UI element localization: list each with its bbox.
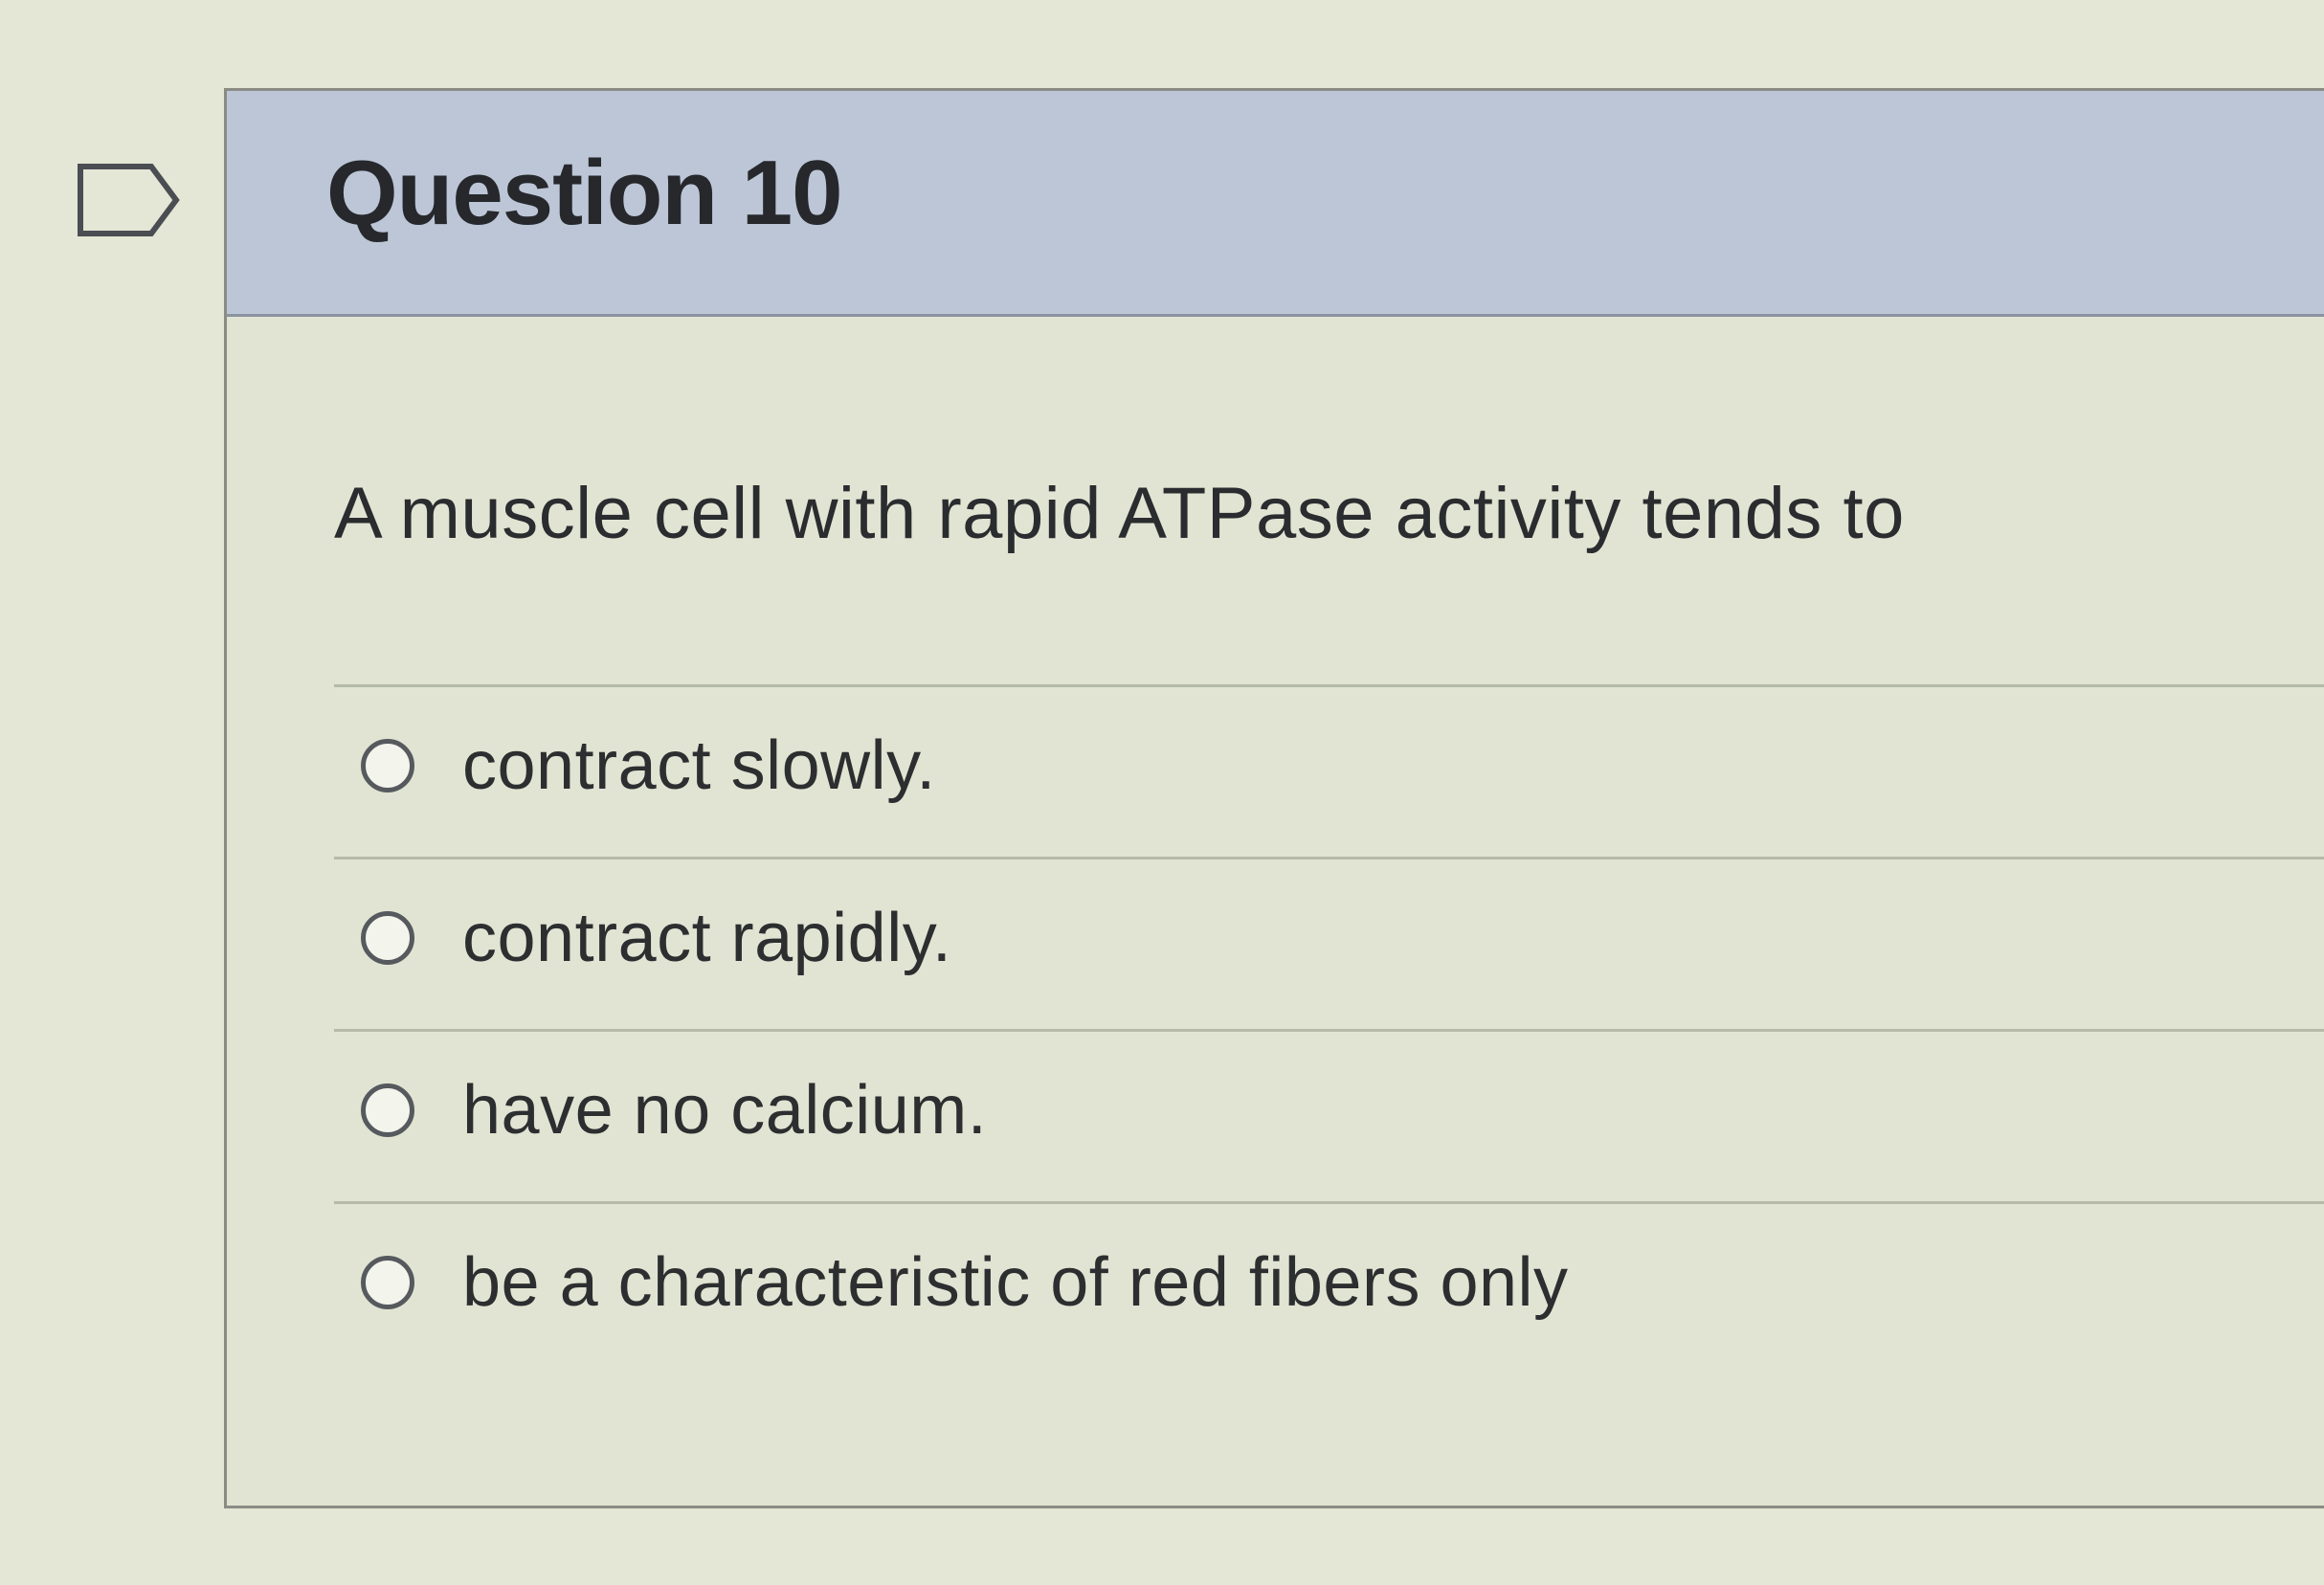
answer-option[interactable]: contract slowly. xyxy=(361,713,936,818)
radio-button[interactable] xyxy=(361,739,414,792)
quiz-page: { "question": { "title": "Question 10", … xyxy=(0,0,2324,1585)
answer-divider xyxy=(334,857,2324,859)
radio-button[interactable] xyxy=(361,911,414,965)
question-title: Question 10 xyxy=(326,142,842,244)
flag-question-icon xyxy=(78,164,180,236)
answer-option[interactable]: be a characteristic of red fibers only xyxy=(361,1230,1569,1335)
question-text: A muscle cell with rapid ATPase activity… xyxy=(334,473,1905,554)
answer-label: be a characteristic of red fibers only xyxy=(462,1244,1569,1321)
answer-option[interactable]: have no calcium. xyxy=(361,1058,987,1163)
radio-button[interactable] xyxy=(361,1083,414,1137)
answer-divider xyxy=(334,1029,2324,1032)
radio-button[interactable] xyxy=(361,1256,414,1309)
answer-label: contract slowly. xyxy=(462,727,936,804)
answers-top-divider xyxy=(334,684,2324,687)
answer-label: contract rapidly. xyxy=(462,900,952,976)
flag-question-button[interactable] xyxy=(77,163,182,237)
question-header: Question 10 xyxy=(227,91,2324,317)
question-card: Question 10 A muscle cell with rapid ATP… xyxy=(224,88,2324,1508)
answer-option[interactable]: contract rapidly. xyxy=(361,885,951,991)
answer-divider xyxy=(334,1201,2324,1204)
answer-label: have no calcium. xyxy=(462,1072,988,1149)
